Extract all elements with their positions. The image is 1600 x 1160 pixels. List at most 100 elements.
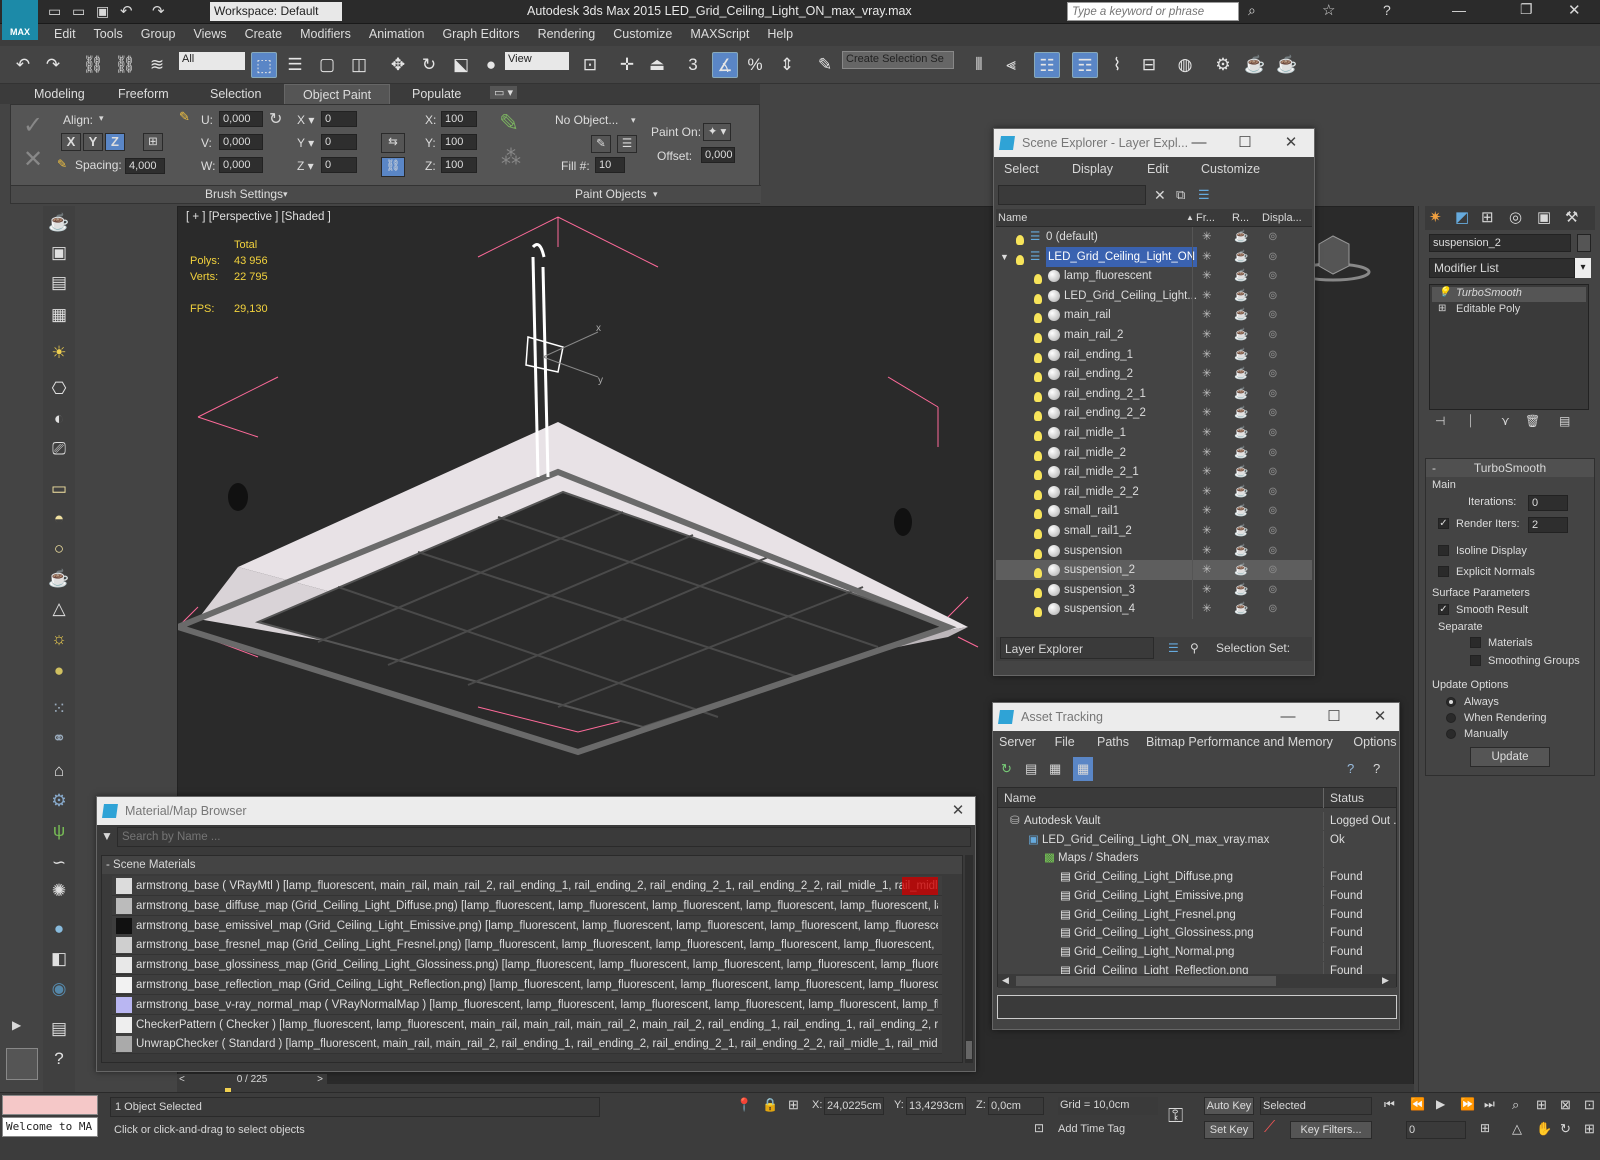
sun-icon[interactable]: ☼ <box>46 626 72 652</box>
offset-input[interactable]: 0,000 <box>701 147 735 163</box>
move-icon[interactable]: ✥ <box>385 52 411 78</box>
tab-modeling[interactable]: Modeling <box>34 87 85 101</box>
paint-objects-label[interactable]: Paint Objects <box>575 187 646 201</box>
always-radio[interactable] <box>1446 697 1456 707</box>
renderable-icon[interactable]: ☕ <box>1234 521 1248 541</box>
freeze-icon[interactable]: ✳ <box>1202 227 1212 247</box>
asset-row[interactable]: ▤ Grid_Ceiling_Light_Diffuse.png Found <box>998 868 1396 887</box>
menu-customize[interactable]: Customize <box>1201 162 1260 176</box>
menu-create[interactable]: Create <box>236 24 292 44</box>
scene-explorer-titlebar[interactable]: Scene Explorer - Layer Expl... — ☐ ✕ <box>994 129 1314 157</box>
freeze-icon[interactable]: ✳ <box>1202 541 1212 561</box>
asset-tracking-titlebar[interactable]: Asset Tracking — ☐ ✕ <box>993 703 1399 731</box>
next-frame-icon[interactable]: ⏩ <box>1460 1097 1475 1111</box>
material-item[interactable]: armstrong_base_fresnel_map (Grid_Ceiling… <box>112 935 942 956</box>
plane-icon[interactable]: ▭ <box>46 476 72 502</box>
display-icon[interactable]: ⊚ <box>1268 403 1278 423</box>
unlink-icon[interactable]: ⛓ <box>112 52 138 78</box>
zoom-extents-all-icon[interactable]: ⊡ <box>1584 1097 1595 1113</box>
display-tab-icon[interactable]: ▣ <box>1537 208 1551 226</box>
renderable-icon[interactable]: ☕ <box>1234 560 1248 580</box>
close-button[interactable]: ✕ <box>1568 1 1581 19</box>
bulb-icon[interactable] <box>1034 389 1046 404</box>
refresh-icon[interactable]: ↻ <box>1001 757 1012 781</box>
menu-server[interactable]: Server <box>999 735 1036 749</box>
freeze-icon[interactable]: ✳ <box>1202 443 1212 463</box>
w-input[interactable]: 0,000 <box>219 157 263 173</box>
freeze-icon[interactable]: ✳ <box>1202 599 1212 619</box>
save-icon[interactable]: ▣ <box>96 3 109 20</box>
z-scale-input[interactable]: 100 <box>441 157 477 173</box>
redo-icon[interactable]: ↷ <box>152 2 165 20</box>
brush-settings-label[interactable]: Brush Settings <box>205 187 283 201</box>
create-tab-icon[interactable]: ✷ <box>1429 208 1442 226</box>
bulb-icon[interactable] <box>1034 408 1046 423</box>
freeze-icon[interactable]: ✳ <box>1202 247 1212 267</box>
tree-item[interactable]: main_rail ✳ ☕ ⊚ <box>996 305 1312 326</box>
material-scrollbar[interactable] <box>965 855 973 1063</box>
select-manipulate-icon[interactable]: ✛ <box>614 52 640 78</box>
open-icon[interactable]: ▭ <box>72 3 85 20</box>
modifier-list-select[interactable]: Modifier List <box>1429 258 1575 278</box>
scene-explorer-search[interactable] <box>998 185 1146 205</box>
add-time-tag-button[interactable]: Add Time Tag <box>1058 1123 1125 1135</box>
renderable-icon[interactable]: ☕ <box>1234 501 1248 521</box>
freeze-icon[interactable]: ✳ <box>1202 462 1212 482</box>
when-rendering-radio[interactable] <box>1446 713 1456 723</box>
renderable-icon[interactable]: ☕ <box>1234 423 1248 443</box>
renderable-icon[interactable]: ☕ <box>1234 305 1248 325</box>
display-icon[interactable]: ⊚ <box>1268 560 1278 580</box>
tab-freeform[interactable]: Freeform <box>118 87 169 101</box>
sphere-icon[interactable]: ● <box>46 916 72 942</box>
material-item[interactable]: armstrong_base_glossiness_map (Grid_Ceil… <box>112 955 942 976</box>
grid-table-icon[interactable]: ▦ <box>46 302 72 328</box>
tree-item[interactable]: suspension_4 ✳ ☕ ⊚ <box>996 599 1312 620</box>
column-render[interactable]: R... <box>1232 209 1249 227</box>
material-item[interactable]: UnwrapChecker ( Standard ) [lamp_fluores… <box>112 1034 942 1055</box>
zoom-extents-icon[interactable]: ⊠ <box>1560 1097 1571 1113</box>
renderable-icon[interactable]: ☕ <box>1234 580 1248 600</box>
molecule-icon[interactable]: ⚭ <box>46 726 72 752</box>
x-scale-input[interactable]: 100 <box>441 111 477 127</box>
tree-item[interactable]: rail_ending_2_1 ✳ ☕ ⊚ <box>996 383 1312 404</box>
iterations-input[interactable]: 0 <box>1528 495 1568 511</box>
render-setup-icon[interactable]: ⚙ <box>1210 52 1236 78</box>
renderable-icon[interactable]: ☕ <box>1234 227 1248 247</box>
menu-views[interactable]: Views <box>184 24 235 44</box>
scene-explorer-icon[interactable]: ☷ <box>1034 52 1060 78</box>
tree-item[interactable]: rail_midle_1 ✳ ☕ ⊚ <box>996 423 1312 443</box>
render-icon[interactable]: ☕ <box>1274 52 1300 78</box>
close-button[interactable]: ✕ <box>1365 703 1395 731</box>
schematic-view-icon[interactable]: ⊟ <box>1136 52 1162 78</box>
freeze-icon[interactable]: ✳ <box>1202 521 1212 541</box>
rotate-icon[interactable]: ↻ <box>416 52 442 78</box>
renderable-icon[interactable]: ☕ <box>1234 541 1248 561</box>
pin-stack-icon[interactable]: ⊣ <box>1435 414 1445 428</box>
rect-selection-icon[interactable]: ▢ <box>314 52 340 78</box>
scene-materials-header[interactable]: - Scene Materials <box>102 856 962 874</box>
camera-video-icon[interactable]: ⎚ <box>46 436 72 462</box>
freeze-icon[interactable]: ✳ <box>1202 305 1212 325</box>
close-button[interactable]: ✕ <box>1276 129 1306 157</box>
bulb-icon[interactable] <box>1034 585 1046 600</box>
hair-icon[interactable]: ∽ <box>46 850 72 876</box>
grass-icon[interactable]: ψ <box>46 818 72 844</box>
material-item[interactable]: armstrong_base_v-ray_normal_map ( VRayNo… <box>112 994 942 1015</box>
undo-icon[interactable]: ↶ <box>120 2 133 20</box>
menu-options[interactable]: Options <box>1353 735 1396 749</box>
bulb-icon[interactable] <box>1034 604 1046 619</box>
display-icon[interactable]: ⊚ <box>1268 266 1278 286</box>
time-config-icon[interactable]: ⊞ <box>1480 1121 1490 1135</box>
reference-coord-select[interactable]: View <box>505 52 569 70</box>
bulb-icon[interactable] <box>1016 232 1028 247</box>
pencil-icon[interactable]: ✎ <box>179 109 190 125</box>
modifier-stack-item[interactable]: ⊞ Editable Poly <box>1432 303 1586 318</box>
go-to-end-icon[interactable]: ⏭ <box>1484 1097 1495 1112</box>
v-input[interactable]: 0,000 <box>219 134 263 150</box>
selection-set-label[interactable]: Selection Set: <box>1216 637 1290 659</box>
axis-y-button[interactable]: Y <box>83 133 103 151</box>
object-color-swatch[interactable] <box>1577 234 1591 252</box>
asset-row[interactable]: ⛁ Autodesk Vault Logged Out ... <box>998 812 1396 830</box>
freeze-icon[interactable]: ✳ <box>1202 423 1212 443</box>
menu-paths[interactable]: Paths <box>1097 735 1129 749</box>
